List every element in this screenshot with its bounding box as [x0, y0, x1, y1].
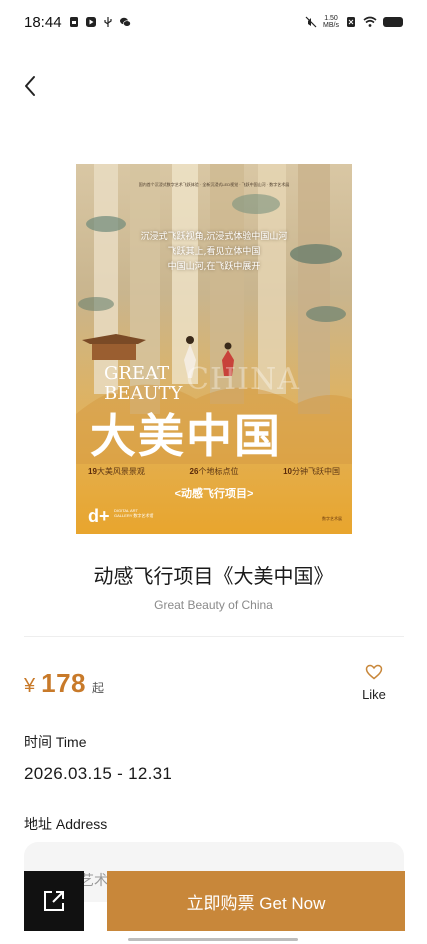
price-value: 178: [41, 668, 87, 698]
poster-slogan-line: 沉浸式飞跃视角,沉浸式体验中国山河: [140, 232, 288, 242]
price: ¥ 178 起: [24, 668, 104, 699]
heart-icon: [365, 664, 383, 680]
poster-stat-number: 10: [283, 467, 292, 476]
home-indicator[interactable]: [128, 938, 298, 941]
price-suffix: 起: [92, 681, 105, 695]
sim-icon: [70, 17, 78, 27]
like-label: Like: [362, 687, 386, 702]
time-label: 时间 Time: [24, 734, 87, 750]
address-label: 地址 Address: [24, 816, 108, 832]
share-external-icon: [44, 891, 64, 911]
back-button[interactable]: [14, 70, 46, 102]
no-sim-icon: [347, 17, 355, 27]
app-notification-icon: [86, 17, 96, 27]
system-icons: 1.50 MB/s: [305, 15, 403, 29]
status-time: 18:44: [24, 14, 62, 31]
poster-stat: 26个地标点位: [190, 466, 239, 477]
notification-icons: [68, 16, 131, 28]
net-speed-unit: MB/s: [323, 22, 339, 29]
wechat-icon: [120, 17, 131, 27]
usb-icon: [104, 17, 112, 27]
product-subtitle: Great Beauty of China: [154, 598, 273, 612]
chevron-left-icon: [25, 76, 35, 96]
poster-stat-text: 分钟飞跃中国: [292, 467, 340, 476]
product-title: 动感飞行项目《大美中国》: [93, 564, 334, 588]
poster-slogan-line: 飞跃其上,看见立体中国: [167, 247, 261, 257]
poster-english-line: GREAT: [104, 363, 170, 384]
address-value: 艺术: [80, 872, 108, 888]
like-button[interactable]: Like: [356, 664, 392, 702]
poster-stat: 19大美风景景观: [88, 466, 145, 477]
divider: [24, 636, 404, 637]
buy-now-button[interactable]: 立即购票 Get Now: [107, 871, 405, 931]
currency-symbol: ¥: [24, 675, 36, 697]
status-bar: 18:44 1.50 MB/s: [0, 0, 427, 44]
poster-subtitle: <动感飞行项目>: [174, 488, 254, 500]
wifi-icon: [363, 16, 377, 27]
time-value: 2026.03.15 - 12.31: [24, 764, 173, 783]
poster-tiny-text: 国内首个沉浸式数字艺术飞跃体验 · 全新沉浸式LED视觉 · 飞跃中国山河 · …: [138, 182, 290, 187]
share-button[interactable]: [24, 871, 84, 931]
mute-icon: [305, 16, 317, 28]
battery-icon: [383, 17, 403, 27]
poster-artwork: [76, 164, 352, 464]
poster-stat-number: 19: [88, 467, 97, 476]
poster-english-watermark: CHINA: [186, 362, 300, 397]
poster-english-title: GREAT BEAUTY: [104, 364, 182, 404]
net-speed: 1.50 MB/s: [323, 15, 339, 29]
poster-logo: d+: [88, 506, 110, 526]
poster-slogan-line: 中国山河,在飞跃中展开: [167, 262, 261, 272]
poster-slogan: 沉浸式飞跃视角,沉浸式体验中国山河 飞跃其上,看见立体中国 中国山河,在飞跃中展…: [96, 230, 332, 275]
event-poster: 国内首个沉浸式数字艺术飞跃体验 · 全新沉浸式LED视觉 · 飞跃中国山河 · …: [76, 164, 352, 534]
poster-stats: 19大美风景景观 26个地标点位 10分钟飞跃中国: [88, 466, 340, 477]
poster-stat-text: 大美风景景观: [96, 467, 145, 476]
poster-stat: 10分钟飞跃中国: [283, 466, 340, 477]
net-speed-value: 1.50: [324, 15, 338, 22]
poster-logo-text: DIGITAL ART GALLERY 数字艺术馆: [114, 508, 154, 518]
poster-stat-text: 个地标点位: [198, 467, 239, 476]
poster-chinese-title: 大美中国: [90, 409, 282, 463]
poster-footer-text: 数字艺术展: [322, 516, 342, 521]
